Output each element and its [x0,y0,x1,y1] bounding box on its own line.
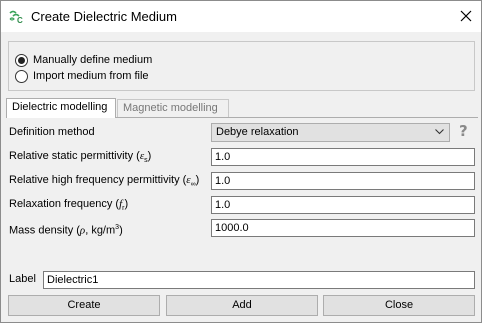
high-freq-permittivity-input[interactable]: 1.0 [211,172,475,190]
relaxation-frequency-label: Relaxation frequency (fr) [9,198,128,215]
high-freq-permittivity-text: Relative high frequency permittivity ( [9,174,187,186]
radio-indicator-checked[interactable] [15,53,28,67]
add-button[interactable]: Add [166,295,318,316]
close-window-button[interactable] [451,2,481,31]
high-freq-permittivity-label: Relative high frequency permittivity (ε∞… [9,174,199,191]
radio-indicator-unchecked[interactable] [15,69,28,83]
definition-method-label: Definition method [9,126,95,138]
definition-method-value: Debye relaxation [216,126,299,138]
create-dielectric-medium-dialog: C Create Dielectric Medium Manually defi… [0,0,482,323]
static-permittivity-input[interactable]: 1.0 [211,148,475,166]
label-field-label: Label [9,273,36,285]
close-icon [460,10,472,22]
tab-dielectric-modelling[interactable]: Dielectric modelling [6,98,116,118]
cst-logo-icon: C [9,10,25,25]
relaxation-frequency-text: Relaxation frequency ( [9,198,120,210]
high-freq-permittivity-suffix: ) [195,174,200,186]
window-title: Create Dielectric Medium [31,9,177,24]
tab-magnetic-modelling[interactable]: Magnetic modelling [117,99,229,117]
mass-density-input[interactable]: 1000.0 [211,219,475,237]
relaxation-frequency-suffix: ) [124,198,129,210]
mass-density-unit: , kg/m [85,224,116,237]
static-permittivity-suffix: ) [147,150,152,162]
manually-define-label: Manually define medium [33,53,153,66]
relaxation-frequency-input[interactable]: 1.0 [211,196,475,214]
static-permittivity-label: Relative static permittivity (εs) [9,150,151,167]
import-from-file-label: Import medium from file [33,69,149,82]
create-button[interactable]: Create [8,295,160,316]
import-from-file-radio[interactable]: Import medium from file [15,69,149,83]
mass-density-close: ) [119,224,123,237]
manually-define-radio[interactable]: Manually define medium [15,53,152,67]
title-bar: C Create Dielectric Medium [1,1,481,32]
static-permittivity-text: Relative static permittivity ( [9,150,140,162]
mass-density-text: Mass density ( [9,224,80,237]
definition-method-dropdown[interactable]: Debye relaxation [211,123,450,142]
close-button[interactable]: Close [323,295,475,316]
chevron-down-icon [435,129,444,135]
medium-source-group: Manually define medium Import medium fro… [8,41,475,91]
mass-density-label: Mass density (ρ, kg/m3) [9,221,123,238]
question-mark-icon[interactable]: ? [459,122,473,140]
svg-text:C: C [17,16,23,24]
label-input[interactable]: Dielectric1 [43,271,475,289]
